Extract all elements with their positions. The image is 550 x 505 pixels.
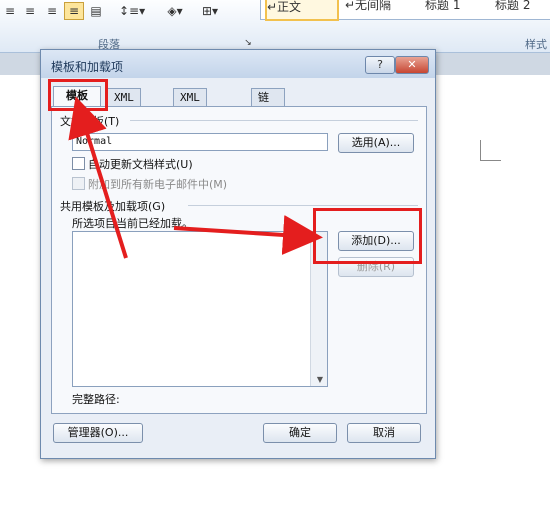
arrow-to-tab xyxy=(68,96,128,259)
arrow-to-add xyxy=(173,215,323,255)
annotation-arrows xyxy=(68,96,323,259)
